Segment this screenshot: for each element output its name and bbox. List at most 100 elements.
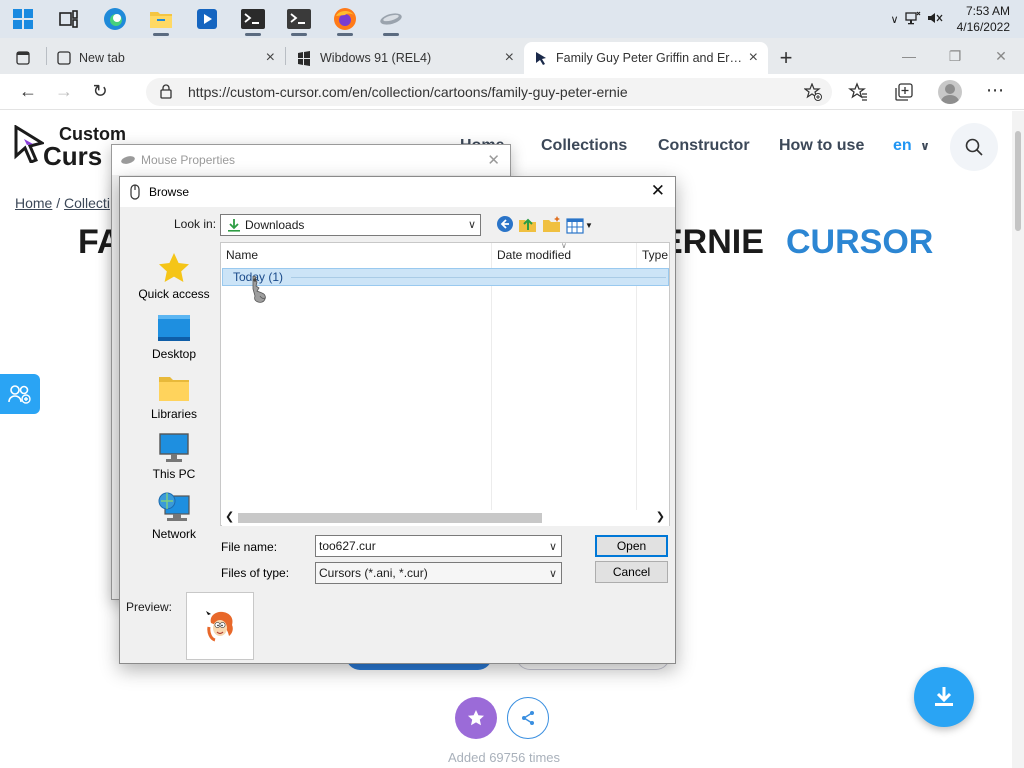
browse-toolbar: ▼ — [496, 215, 593, 236]
network-icon — [157, 491, 191, 525]
tab-close-button[interactable]: × — [749, 49, 758, 67]
favorites-icon[interactable] — [848, 82, 868, 105]
lock-icon[interactable] — [160, 84, 172, 102]
breadcrumb-home[interactable]: Home — [15, 195, 52, 211]
file-explorer-icon[interactable] — [138, 0, 184, 38]
download-extension-button[interactable] — [914, 667, 974, 727]
edge-icon[interactable] — [92, 0, 138, 38]
clock[interactable]: 7:53 AM 4/16/2022 — [957, 3, 1010, 35]
column-header-name[interactable]: Name — [221, 243, 491, 267]
mouse-properties-titlebar[interactable]: Mouse Properties — [112, 145, 510, 175]
volume-muted-icon[interactable] — [927, 11, 943, 28]
logo-cursor-icon — [14, 125, 44, 163]
view-menu-icon[interactable]: ▼ — [566, 217, 593, 234]
mouse-properties-close-button[interactable]: ✕ — [487, 151, 500, 169]
site-search-button[interactable] — [950, 123, 998, 171]
cursor-preview — [186, 592, 254, 660]
up-folder-icon[interactable] — [518, 215, 538, 236]
look-in-dropdown[interactable]: Downloads ∨ — [220, 214, 481, 236]
file-list-horizontal-scrollbar[interactable]: ❮ ❯ — [222, 510, 669, 526]
place-libraries[interactable]: Libraries — [128, 371, 220, 421]
favorite-add-icon[interactable] — [803, 82, 822, 104]
tab-new-tab[interactable]: New tab × — [47, 42, 285, 74]
open-button[interactable]: Open — [595, 535, 668, 557]
share-button[interactable] — [507, 697, 549, 739]
breadcrumb-separator: / — [56, 195, 61, 211]
chevron-up-icon[interactable]: ∨ — [891, 13, 899, 26]
files-of-type-dropdown[interactable]: Cursors (*.ani, *.cur) ∨ — [315, 562, 562, 584]
terminal-icon[interactable] — [230, 0, 276, 38]
breadcrumb: Home / Collecti — [15, 195, 110, 211]
file-name-input[interactable]: too627.cur ∨ — [315, 535, 562, 557]
new-tab-button[interactable]: + — [768, 42, 804, 74]
maximize-icon[interactable]: ❐ — [932, 38, 978, 74]
media-player-icon[interactable] — [184, 0, 230, 38]
chevron-down-icon[interactable]: ∨ — [549, 540, 557, 553]
browse-title: Browse — [149, 185, 190, 199]
back-icon[interactable]: ← — [10, 74, 46, 110]
look-in-value: Downloads — [245, 218, 305, 232]
favorite-button[interactable] — [455, 697, 497, 739]
firefox-icon[interactable] — [322, 0, 368, 38]
forward-icon[interactable]: → — [46, 74, 82, 110]
mouse-icon — [121, 156, 135, 164]
nav-constructor[interactable]: Constructor — [658, 137, 750, 155]
nav-how-to-use[interactable]: How to use — [779, 137, 864, 155]
mouse-icon[interactable] — [368, 0, 414, 38]
url-text: https://custom-cursor.com/en/collection/… — [188, 84, 628, 100]
tab-wibdows[interactable]: Wibdows 91 (REL4) × — [286, 42, 524, 74]
refresh-icon[interactable]: ↻ — [82, 74, 118, 110]
place-network[interactable]: Network — [128, 491, 220, 541]
tab-title: Family Guy Peter Griffin and Ernie — [556, 51, 743, 65]
tab-actions-icon[interactable] — [0, 42, 46, 74]
place-label: Desktop — [151, 347, 197, 361]
downloads-icon — [228, 219, 240, 232]
place-desktop[interactable]: Desktop — [128, 311, 220, 361]
taskbar: ∨ 7:53 AM 4/16/2022 — [0, 0, 1024, 38]
language-selector[interactable]: en ∨ — [893, 137, 930, 155]
share-icon — [522, 711, 534, 725]
place-this-pc[interactable]: This PC — [128, 431, 220, 481]
preview-label: Preview: — [126, 600, 173, 614]
page-title-accent: CURSOR — [786, 223, 934, 261]
terminal-admin-icon[interactable] — [276, 0, 322, 38]
cancel-button[interactable]: Cancel — [595, 561, 668, 583]
new-folder-icon[interactable] — [542, 215, 562, 236]
minimize-icon[interactable]: — — [886, 38, 932, 74]
tab-close-button[interactable]: × — [266, 49, 275, 67]
group-header-today[interactable]: Today (1) — [222, 268, 669, 286]
nav-collections[interactable]: Collections — [541, 137, 627, 155]
file-list[interactable]: Name Date modified ∨ Type Today (1) ❮ ❯ — [220, 241, 670, 526]
mouse-icon — [130, 184, 140, 200]
settings-more-icon[interactable]: ⋯ — [986, 80, 1004, 101]
collections-icon[interactable] — [894, 82, 914, 105]
tab-family-guy[interactable]: Family Guy Peter Griffin and Ernie × — [524, 42, 768, 74]
breadcrumb-collections[interactable]: Collecti — [64, 195, 110, 211]
page-scrollbar-thumb[interactable] — [1015, 131, 1021, 231]
scroll-right-icon[interactable]: ❯ — [656, 510, 665, 523]
look-in-label: Look in: — [174, 217, 217, 231]
url-field[interactable]: https://custom-cursor.com/en/collection/… — [146, 78, 832, 106]
place-quick-access[interactable]: Quick access — [128, 251, 220, 301]
place-label: Network — [151, 527, 196, 541]
scroll-left-icon[interactable]: ❮ — [225, 510, 234, 523]
windows-start-icon[interactable] — [0, 0, 46, 38]
search-icon — [965, 138, 983, 156]
column-header-type[interactable]: Type — [637, 243, 677, 267]
browse-close-button[interactable]: ✕ — [651, 181, 665, 201]
page-scrollbar[interactable] — [1012, 111, 1024, 768]
browse-titlebar[interactable]: Browse — [120, 177, 675, 207]
sort-indicator-icon: ∨ — [561, 241, 567, 250]
star-icon — [157, 251, 191, 285]
site-logo[interactable]: Custom Curs — [14, 123, 126, 171]
back-arrow-icon[interactable] — [496, 215, 514, 236]
mouse-properties-title: Mouse Properties — [141, 153, 236, 167]
task-view-icon[interactable] — [46, 0, 92, 38]
community-button[interactable] — [0, 374, 40, 414]
close-window-icon[interactable]: ✕ — [978, 38, 1024, 74]
file-name-label: File name: — [221, 540, 278, 554]
scrollbar-thumb[interactable] — [238, 513, 542, 523]
network-status-icon[interactable] — [904, 11, 921, 28]
profile-avatar[interactable] — [938, 80, 962, 104]
tab-close-button[interactable]: × — [505, 49, 514, 67]
